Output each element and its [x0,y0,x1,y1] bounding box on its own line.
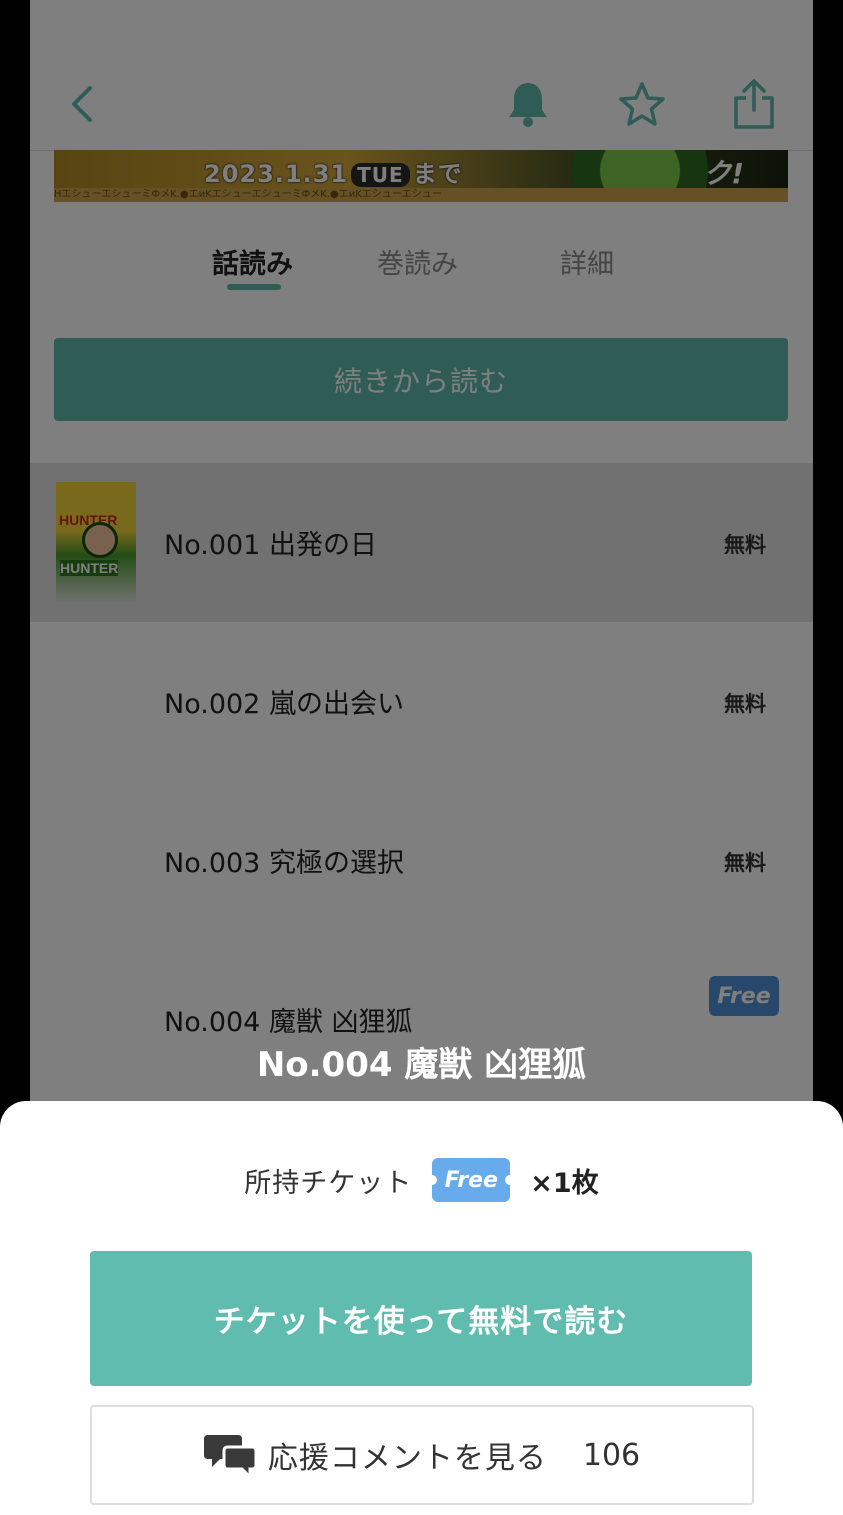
ticket-count: ×1枚 [530,1167,599,1199]
free-ticket-icon: Free [427,1158,516,1202]
comment-button-label: 応援コメントを見る [267,1441,547,1476]
device-frame: 2023.1.31TUEまで ク! HエシューエシューミФメK.●エиKエシュー… [0,0,843,1515]
bottom-sheet: 所持チケット Free ×1枚 チケットを使って無料で読む 応援コメントを見る … [0,1101,843,1515]
view-comments-button[interactable]: 応援コメントを見る 106 [90,1405,754,1505]
sheet-episode-title: No.004 魔獣 凶狸狐 [256,1045,587,1085]
ticket-info-row: 所持チケット Free ×1枚 [0,1156,843,1204]
ticket-label: 所持チケット [244,1167,413,1199]
comment-bubbles-icon [203,1435,258,1479]
comment-count: 106 [582,1437,641,1473]
use-ticket-button[interactable]: チケットを使って無料で読む [90,1251,752,1386]
